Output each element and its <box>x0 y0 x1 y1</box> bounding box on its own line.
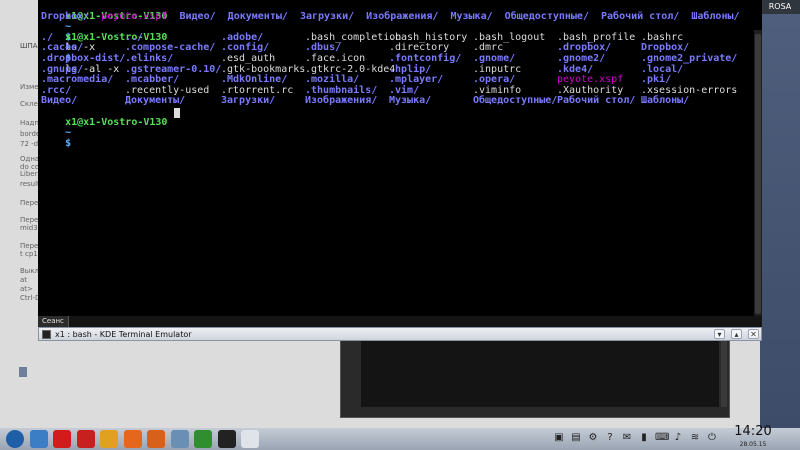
terminal-icon[interactable] <box>217 430 236 448</box>
terminal-output[interactable]: x1@x1-Vostro-V130 ~ $ ls -x Dropbox/ pey… <box>38 0 762 325</box>
settings-icon[interactable]: ⚙ <box>587 432 599 444</box>
window-titlebar[interactable]: x1 : bash - KDE Terminal Emulator ▾ ▴ ✕ <box>38 327 762 341</box>
ls-al-entry: Общедоступные/ <box>473 95 558 107</box>
ls-al-entry: .gnome/ <box>473 53 516 64</box>
clipboard-icon[interactable]: ▤ <box>570 432 582 444</box>
ls-al-entry: .face.icon <box>305 53 366 64</box>
ls-al-entry: .gnome2_private/ <box>641 53 738 64</box>
ls-entry: peyote.xspf <box>101 10 168 22</box>
background-doc-line: at> <box>20 285 33 293</box>
ls-al-entry: .gnome2/ <box>557 53 606 64</box>
calendar-icon[interactable] <box>241 430 259 448</box>
ls-entry: Загрузки/ <box>299 10 355 22</box>
ls-al-entry: .dropbox-dist/ <box>41 53 126 64</box>
text-cursor <box>174 108 181 118</box>
prompt-line-3[interactable]: x1@x1-Vostro-V130 ~ $ <box>41 107 167 149</box>
opera-icon[interactable] <box>53 430 71 448</box>
screenshot-icon[interactable] <box>170 430 189 448</box>
ls-entry: Документы/ <box>227 10 288 22</box>
rosa-menu-icon[interactable] <box>6 430 24 448</box>
prompt-path: ~ <box>65 127 72 139</box>
desktop-file-icon[interactable] <box>18 366 28 378</box>
background-doc-line: result <box>20 180 40 188</box>
firefox-icon[interactable] <box>123 430 142 448</box>
battery-icon[interactable]: ▮ <box>638 432 650 444</box>
keyboard-icon[interactable]: ⌨ <box>655 432 669 444</box>
network-share-icon[interactable]: ▣ <box>553 432 565 444</box>
ls-entry: Видео/ <box>179 10 216 22</box>
prompt-user: x1@x1-Vostro-V130 <box>65 31 168 43</box>
background-doc-line: at <box>20 276 28 284</box>
background-doc-line: Одна <box>20 155 40 163</box>
terminal-icon <box>42 330 51 339</box>
ls-al-entry: Рабочий стол/ <box>557 95 636 107</box>
ls-al-entry: Видео/ <box>41 95 78 107</box>
background-doc-line: Выкл <box>20 267 40 275</box>
prompt-line-2: x1@x1-Vostro-V130 ~ $ ls -al -x <box>41 22 167 74</box>
chrome-icon[interactable] <box>100 430 118 448</box>
ls-x-output: Dropbox/ peyote.xspf Видео/ Документы/ З… <box>41 10 740 23</box>
media-player-icon[interactable] <box>194 430 212 448</box>
prompt-user: x1@x1-Vostro-V130 <box>65 116 168 128</box>
side-strip <box>760 14 800 428</box>
rosa-label: ROSA <box>760 0 800 14</box>
ls-entry: Изображения/ <box>366 10 439 22</box>
notifications-icon[interactable]: ✉ <box>621 432 633 444</box>
ls-al-entry: Изображения/ <box>305 95 378 107</box>
close-icon[interactable]: ✕ <box>748 329 759 339</box>
ls-entry: Рабочий стол/ <box>601 10 680 22</box>
clock-time[interactable]: 14:20 <box>728 424 778 439</box>
prompt-symbol: $ <box>65 137 72 149</box>
maximize-icon[interactable]: ▴ <box>731 329 742 339</box>
background-doc-line: Надп <box>20 119 39 127</box>
ls-al-entry: Музыка/ <box>389 95 432 107</box>
tab-session[interactable]: Сеанс <box>38 316 69 327</box>
ls-al-entry: .fontconfig/ <box>389 53 462 64</box>
ls-entry: Dropbox/ <box>41 10 90 22</box>
window-title: x1 : bash - KDE Terminal Emulator <box>55 330 192 339</box>
power-icon[interactable]: ⏻ <box>706 432 718 444</box>
ls-al-entry: .elinks/ <box>125 53 174 64</box>
background-doc-line: Изме <box>20 83 39 91</box>
ls-al-entry: Шаблоны/ <box>641 95 690 107</box>
minimize-icon[interactable]: ▾ <box>714 329 725 339</box>
ls-entry: Музыка/ <box>450 10 493 22</box>
scrollbar-thumb[interactable] <box>755 34 761 314</box>
opera-next-icon[interactable] <box>76 430 95 448</box>
ls-al-entry: .esd_auth <box>221 53 276 64</box>
file-manager-icon[interactable] <box>29 430 48 448</box>
ls-entry: Общедоступные/ <box>504 10 589 22</box>
ls-al-entry: Загрузки/ <box>221 95 276 107</box>
terminal-tab-bar: Сеанс <box>38 316 762 327</box>
volume-icon[interactable]: ♪ <box>672 432 684 444</box>
clock-date: 28.05.15 <box>739 441 767 448</box>
help-icon[interactable]: ? <box>604 432 616 444</box>
firefox-alt-icon[interactable] <box>147 430 165 448</box>
terminal-scrollbar[interactable] <box>754 30 762 320</box>
ls-al-entry: Документы/ <box>125 95 186 107</box>
wifi-icon[interactable]: ≋ <box>689 432 701 444</box>
ls-entry: Шаблоны/ <box>691 10 740 22</box>
